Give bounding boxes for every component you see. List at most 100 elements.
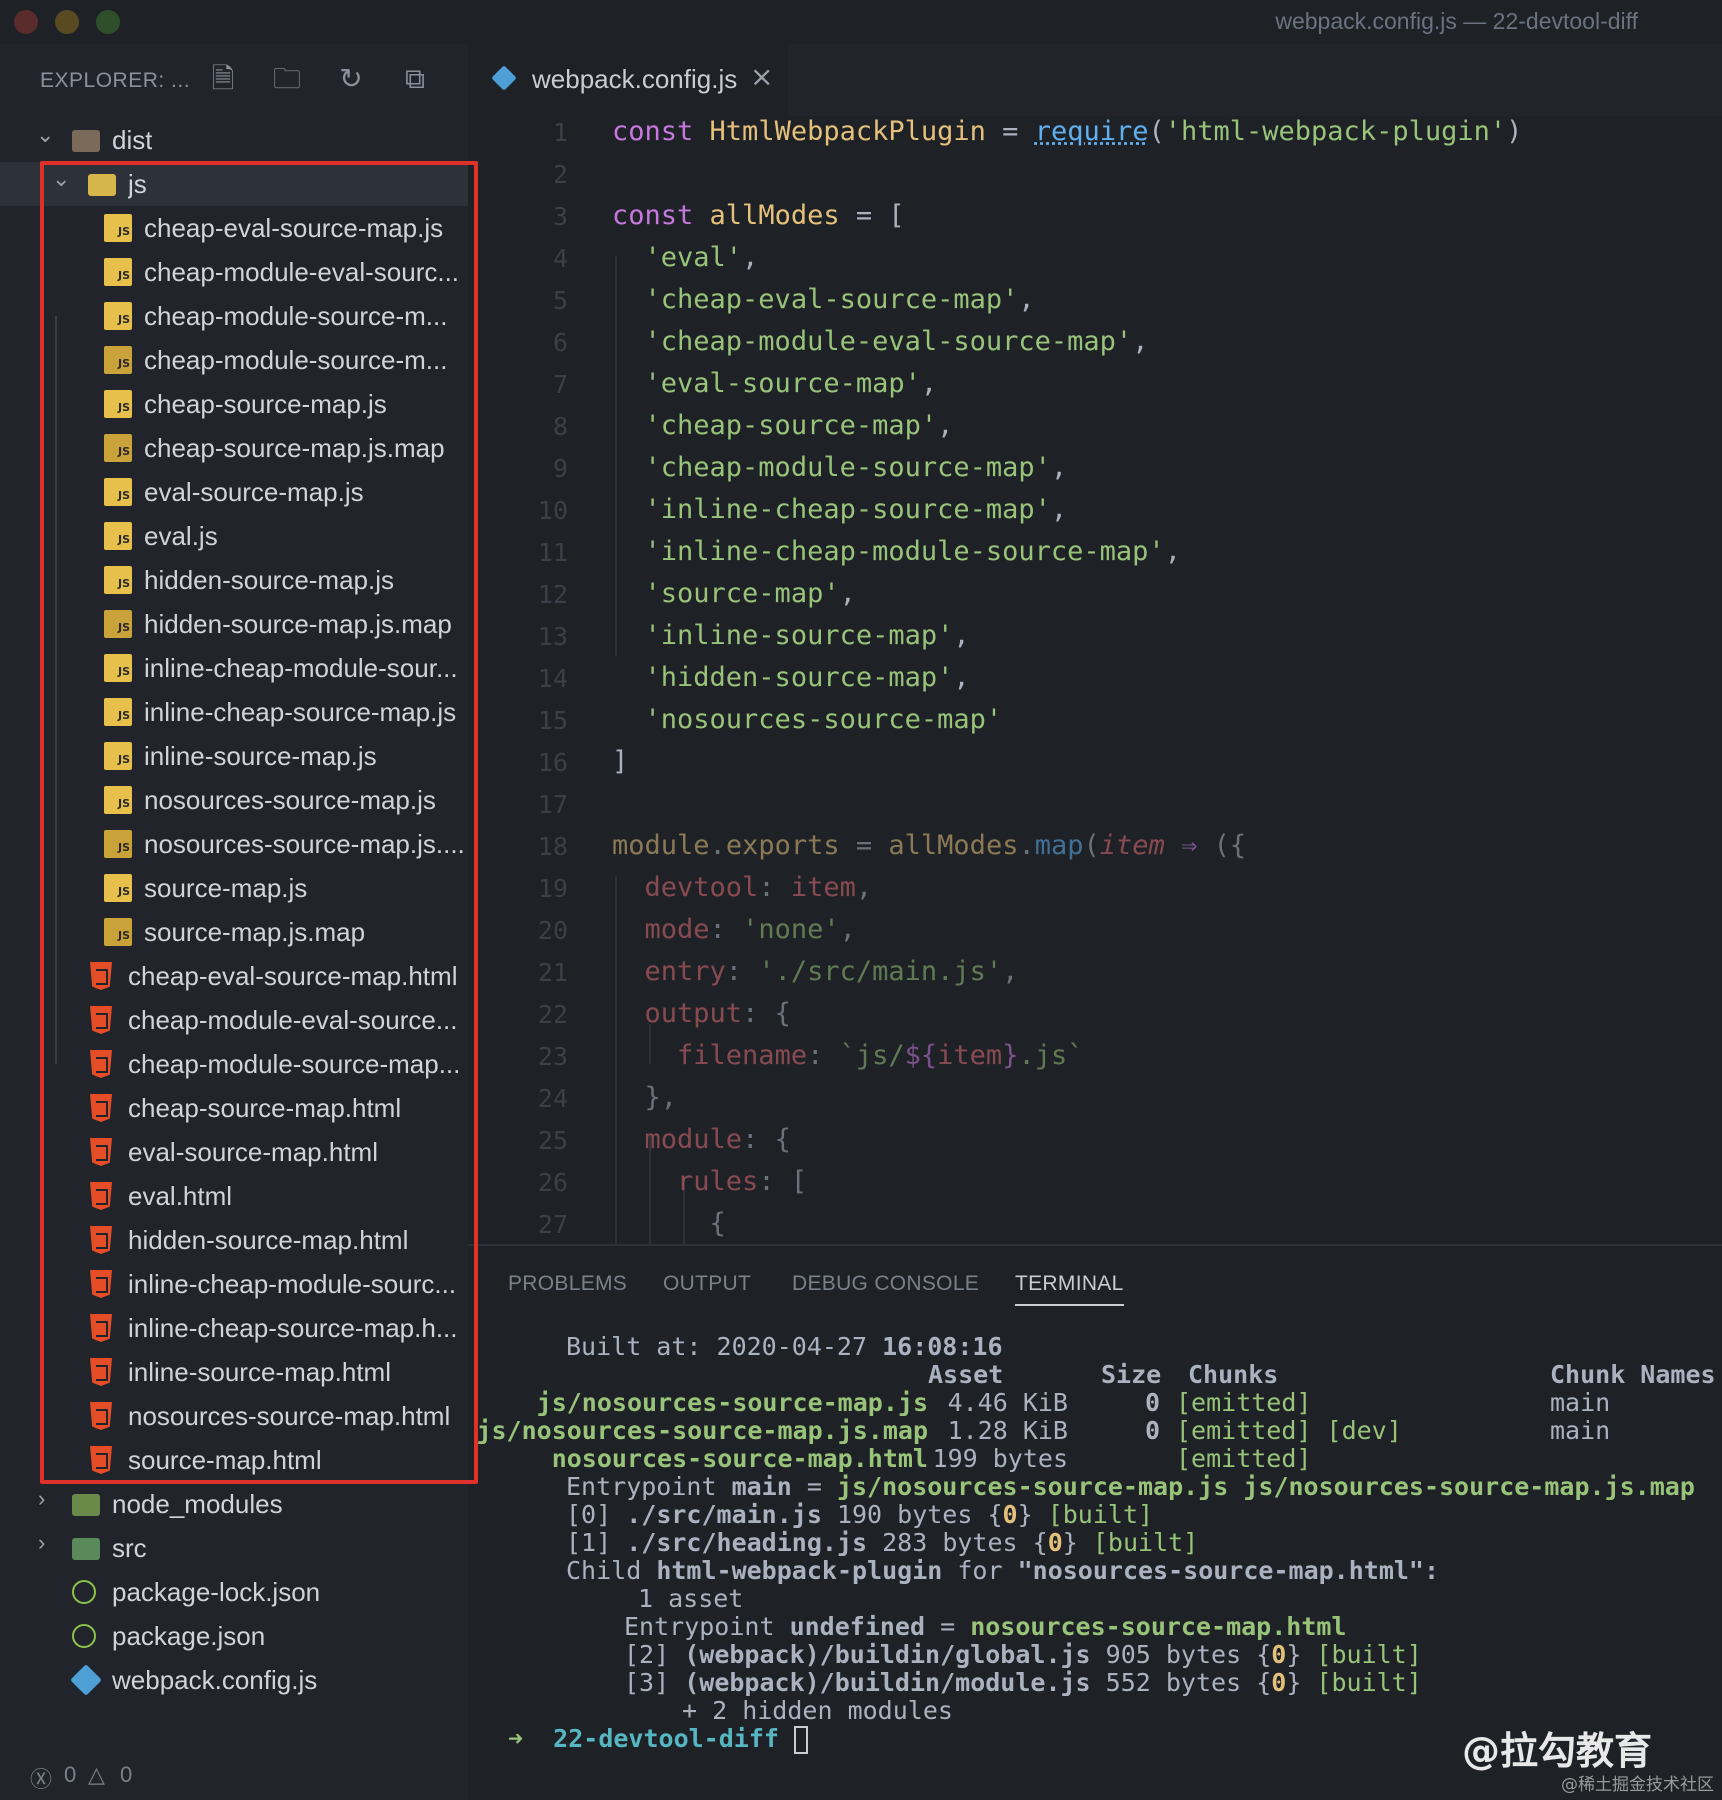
- chevron-right-icon[interactable]: ›: [38, 1486, 62, 1512]
- file-item[interactable]: cheap-module-source-map...: [0, 1042, 468, 1086]
- file-item[interactable]: inline-cheap-source-map.h...: [0, 1306, 468, 1350]
- explorer-sidebar: EXPLORER: ... 🗎 🗀 ↻ ⧉ ⌄ dist ⌄ js JS cheap-ev…: [0, 44, 468, 1750]
- file-item[interactable]: webpack.config.js: [0, 1658, 468, 1702]
- module-size: 905 bytes: [1105, 1640, 1242, 1669]
- code-line-19: devtool: item,: [644, 872, 873, 903]
- tree-item-label: nosources-source-map.html: [128, 1401, 451, 1431]
- file-item[interactable]: JS inline-cheap-module-sour...: [0, 646, 468, 690]
- chevron-right-icon[interactable]: ›: [38, 1530, 62, 1556]
- warning-icon[interactable]: △: [88, 1762, 105, 1788]
- new-file-icon[interactable]: 🗎: [206, 62, 240, 96]
- line-number: 4: [552, 244, 568, 273]
- folder-dist[interactable]: ⌄ dist: [0, 118, 468, 162]
- file-item[interactable]: JS nosources-source-map.js: [0, 778, 468, 822]
- file-item[interactable]: hidden-source-map.html: [0, 1218, 468, 1262]
- tab-label: webpack.config.js: [532, 64, 738, 94]
- line-number: 25: [537, 1126, 568, 1155]
- js-file-icon: JS: [104, 214, 132, 242]
- html5-file-icon: [90, 962, 112, 990]
- folder-src[interactable]: › src: [0, 1526, 468, 1570]
- error-count[interactable]: 0: [64, 1762, 76, 1788]
- new-folder-icon[interactable]: 🗀: [270, 62, 304, 96]
- tree-item-label: hidden-source-map.html: [128, 1225, 409, 1255]
- file-item[interactable]: package-lock.json: [0, 1570, 468, 1614]
- line-number: 9: [552, 454, 568, 483]
- file-item[interactable]: JS cheap-module-eval-sourc...: [0, 250, 468, 294]
- tab-debug-console[interactable]: DEBUG CONSOLE: [792, 1272, 979, 1296]
- mode-string: 'hidden-source-map': [644, 662, 954, 693]
- file-item[interactable]: cheap-eval-source-map.html: [0, 954, 468, 998]
- folder-js[interactable]: ⌄ js: [0, 162, 468, 206]
- maximize-window-button[interactable]: [96, 10, 120, 34]
- code-line-27: {: [709, 1208, 726, 1239]
- tab-webpack-config[interactable]: webpack.config.js ×: [468, 44, 788, 116]
- tree-item-label: webpack.config.js: [112, 1665, 318, 1695]
- file-item[interactable]: JS eval-source-map.js: [0, 470, 468, 514]
- file-item[interactable]: JS cheap-eval-source-map.js: [0, 206, 468, 250]
- file-item[interactable]: JS cheap-module-source-m...: [0, 338, 468, 382]
- file-item[interactable]: JS cheap-source-map.js.map: [0, 426, 468, 470]
- asset-size: 199 bytes: [932, 1444, 1068, 1473]
- file-item[interactable]: eval-source-map.html: [0, 1130, 468, 1174]
- code-editor[interactable]: 1 2 3 4 5 6 7 8 9 10 11 12 13 14 15 16 17 18 19 20 21 22 23 24 2…: [468, 116, 1722, 1244]
- child-entry-label: Entrypoint: [624, 1612, 775, 1641]
- line-number: 22: [537, 1000, 568, 1029]
- module-id: [2]: [624, 1640, 670, 1669]
- file-item[interactable]: nosources-source-map.html: [0, 1394, 468, 1438]
- folder-node-modules[interactable]: › node_modules: [0, 1482, 468, 1526]
- js-map-file-icon: JS: [104, 830, 132, 858]
- tab-terminal[interactable]: TERMINAL: [1015, 1272, 1124, 1306]
- editor-tab-bar: webpack.config.js ×: [468, 44, 1722, 116]
- warning-count[interactable]: 0: [120, 1762, 132, 1788]
- col-chunks: Chunks: [1188, 1360, 1279, 1389]
- line-number: 14: [537, 664, 568, 693]
- chevron-down-icon[interactable]: ⌄: [36, 122, 60, 148]
- line-number: 19: [537, 874, 568, 903]
- module-flag: [built]: [1047, 1500, 1154, 1529]
- file-item[interactable]: cheap-module-eval-source...: [0, 998, 468, 1042]
- file-item[interactable]: eval.html: [0, 1174, 468, 1218]
- file-item[interactable]: inline-source-map.html: [0, 1350, 468, 1394]
- tree-item-label: inline-source-map.js: [144, 741, 377, 771]
- html5-file-icon: [90, 1446, 112, 1474]
- webpack-cube-icon: [70, 1664, 102, 1696]
- line-number: 8: [552, 412, 568, 441]
- file-item[interactable]: JS hidden-source-map.js.map: [0, 602, 468, 646]
- file-item[interactable]: JS hidden-source-map.js: [0, 558, 468, 602]
- built-time: 16:08:16: [882, 1332, 1003, 1361]
- minimize-window-button[interactable]: [55, 10, 79, 34]
- file-item[interactable]: source-map.html: [0, 1438, 468, 1482]
- file-item[interactable]: package.json: [0, 1614, 468, 1658]
- tree-indent-guide: [55, 316, 57, 1064]
- child-target: "nosources-source-map.html":: [1017, 1556, 1440, 1585]
- file-item[interactable]: JS nosources-source-map.js....: [0, 822, 468, 866]
- collapse-all-icon[interactable]: ⧉: [398, 62, 432, 96]
- code-line-mode: 'inline-cheap-source-map',: [644, 494, 1068, 525]
- refresh-icon[interactable]: ↻: [334, 62, 368, 96]
- js-file-icon: JS: [104, 478, 132, 506]
- html5-file-icon: [90, 1094, 112, 1122]
- tree-item-label: eval.js: [144, 521, 218, 551]
- file-item[interactable]: JS inline-cheap-source-map.js: [0, 690, 468, 734]
- tab-problems[interactable]: PROBLEMS: [508, 1272, 627, 1296]
- file-item[interactable]: JS cheap-module-source-m...: [0, 294, 468, 338]
- file-item[interactable]: JS inline-source-map.js: [0, 734, 468, 778]
- terminal-prompt[interactable]: ➜ 22-devtool-diff: [508, 1724, 809, 1754]
- tab-output[interactable]: OUTPUT: [663, 1272, 751, 1296]
- mode-string: 'eval': [644, 242, 743, 273]
- file-item[interactable]: JS cheap-source-map.js: [0, 382, 468, 426]
- tree-item-label: inline-cheap-module-sourc...: [128, 1269, 457, 1299]
- asset-chunk-names: main: [1550, 1416, 1611, 1445]
- file-item[interactable]: JS source-map.js.map: [0, 910, 468, 954]
- js-file-icon: JS: [104, 566, 132, 594]
- errors-icon[interactable]: Ⓧ: [30, 1762, 52, 1794]
- file-item[interactable]: cheap-source-map.html: [0, 1086, 468, 1130]
- close-icon[interactable]: ×: [750, 60, 773, 93]
- file-item[interactable]: JS eval.js: [0, 514, 468, 558]
- module-line: [0] ./src/main.js 190 bytes {0} [built]: [566, 1500, 1154, 1529]
- close-window-button[interactable]: [14, 10, 38, 34]
- file-item[interactable]: inline-cheap-module-sourc...: [0, 1262, 468, 1306]
- chevron-down-icon[interactable]: ⌄: [52, 166, 76, 192]
- file-item[interactable]: JS source-map.js: [0, 866, 468, 910]
- js-file-icon: JS: [104, 874, 132, 902]
